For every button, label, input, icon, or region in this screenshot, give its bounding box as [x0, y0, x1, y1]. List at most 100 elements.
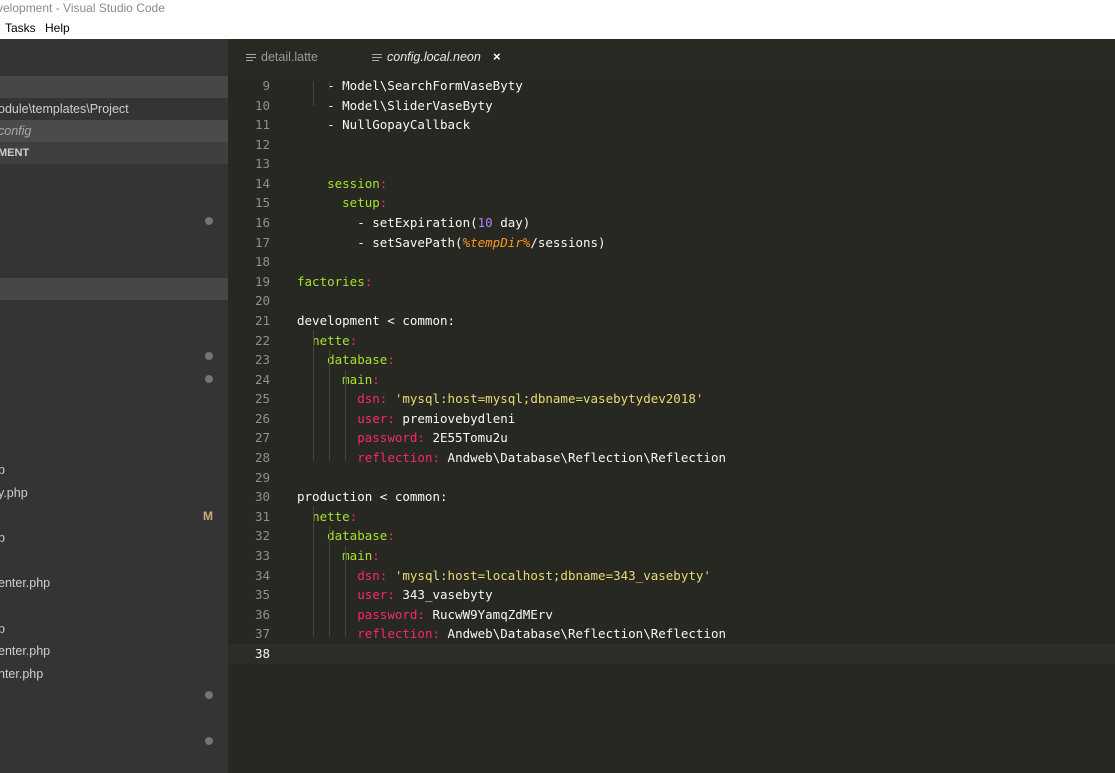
indent-guide	[313, 506, 314, 636]
line-code: reflection: Andweb\Database\Reflection\R…	[297, 448, 726, 468]
code-line[interactable]: 25 dsn: 'mysql:host=mysql;dbname=vasebyt…	[228, 389, 1115, 409]
sidebar-file-item[interactable]: p	[0, 618, 228, 640]
code-line[interactable]: 34 dsn: 'mysql:host=localhost;dbname=343…	[228, 566, 1115, 586]
code-line[interactable]: 20	[228, 291, 1115, 311]
code-line[interactable]: 29	[228, 468, 1115, 488]
code-token: password:	[357, 606, 425, 622]
code-line[interactable]: 24 main:	[228, 370, 1115, 390]
line-number: 35	[254, 587, 270, 603]
code-token: main	[342, 371, 373, 387]
code-line[interactable]: 21 development < common:	[228, 311, 1115, 331]
code-token: :	[364, 273, 373, 289]
code-line[interactable]: 23 database:	[228, 350, 1115, 370]
code-line[interactable]: 35 user: 343_vasebyty	[228, 585, 1115, 605]
code-line[interactable]: 10 - Model\SliderVaseByty	[228, 96, 1115, 116]
code-line[interactable]: 32 database:	[228, 526, 1115, 546]
line-number: 19	[254, 273, 270, 289]
line-code: main:	[297, 370, 380, 390]
line-code: - Model\SliderVaseByty	[297, 96, 493, 116]
code-token: development < common:	[297, 312, 456, 328]
sidebar-section-header[interactable]: MENT	[0, 142, 228, 164]
code-token: /sessions)	[530, 234, 606, 250]
code-line[interactable]: 12	[228, 135, 1115, 155]
code-token: session	[327, 175, 380, 191]
code-token: Andweb\Database\Reflection\Reflection	[440, 626, 726, 642]
code-line[interactable]: 13	[228, 154, 1115, 174]
line-number: 15	[254, 195, 270, 211]
code-line[interactable]: 22 nette:	[228, 331, 1115, 351]
code-editor[interactable]: 9 - Model\SearchFormVaseByty 10 - Model\S…	[228, 75, 1115, 773]
code-line[interactable]: 27 password: 2E55Tomu2u	[228, 428, 1115, 448]
explorer-sidebar: odule\templates\Project config MENT p y.…	[0, 39, 228, 773]
line-number: 16	[254, 215, 270, 231]
code-token: :	[387, 528, 395, 544]
sidebar-selected-file[interactable]: config	[0, 120, 228, 142]
code-token: :	[387, 352, 395, 368]
code-token: premiovebydleni	[394, 410, 516, 426]
code-line[interactable]: 16 - setExpiration(10 day)	[228, 213, 1115, 233]
line-code: setup:	[297, 193, 387, 213]
sidebar-path-row[interactable]: odule\templates\Project	[0, 98, 228, 120]
code-line[interactable]: 33 main:	[228, 546, 1115, 566]
tab-detail-latte[interactable]: detail.latte	[246, 39, 318, 75]
menu-tasks[interactable]: Tasks	[5, 21, 36, 35]
line-number: 37	[254, 626, 270, 642]
editor-tab-bar: detail.latte config.local.neon ×	[228, 39, 1115, 75]
line-code: factories:	[297, 272, 372, 292]
sidebar-file-item[interactable]: enter.php	[0, 640, 228, 662]
code-line[interactable]: 15 setup:	[228, 193, 1115, 213]
code-line[interactable]: 19 factories:	[228, 272, 1115, 292]
close-icon[interactable]: ×	[493, 39, 501, 75]
sidebar-file-item[interactable]: p	[0, 459, 228, 481]
line-number: 11	[254, 117, 270, 133]
line-number: 10	[254, 97, 270, 113]
line-code: - NullGopayCallback	[297, 115, 470, 135]
indent-guide	[329, 81, 330, 89]
sidebar-file-item[interactable]: nter.php	[0, 663, 228, 685]
code-line[interactable]: 11 - NullGopayCallback	[228, 115, 1115, 135]
code-token: production < common:	[297, 489, 448, 505]
sidebar-selected-label: config	[0, 124, 32, 138]
code-token: dsn:	[357, 567, 388, 583]
code-token: nette	[312, 332, 350, 348]
tab-config-local-neon[interactable]: config.local.neon ×	[372, 39, 512, 75]
code-line[interactable]: 17 - setSavePath(%tempDir%/sessions)	[228, 233, 1115, 253]
code-line[interactable]: 36 password: RucwW9YamqZdMErv	[228, 605, 1115, 625]
code-token: 2E55Tomu2u	[424, 430, 508, 446]
code-line[interactable]: 26 user: premiovebydleni	[228, 409, 1115, 429]
code-token: factories	[297, 273, 365, 289]
sidebar-highlight-band[interactable]	[0, 278, 228, 300]
sidebar-file-item[interactable]: p	[0, 527, 228, 549]
modified-dot-icon	[205, 691, 213, 699]
code-line[interactable]: 38	[228, 643, 1115, 664]
line-number: 32	[254, 528, 270, 544]
code-line[interactable]: 30 production < common:	[228, 487, 1115, 507]
code-line[interactable]: 18	[228, 252, 1115, 272]
code-token: :	[349, 332, 358, 348]
title-bar: velopment - Visual Studio Code	[0, 0, 1115, 17]
sidebar-file-label: p	[0, 531, 5, 545]
code-line[interactable]: 9 - Model\SearchFormVaseByty	[228, 76, 1115, 96]
code-token: day)	[492, 215, 531, 231]
code-line[interactable]: 31 nette:	[228, 507, 1115, 527]
code-token: password:	[357, 430, 425, 446]
menu-help[interactable]: Help	[45, 21, 70, 35]
sidebar-file-item[interactable]: y.php	[0, 482, 228, 504]
window-title: velopment - Visual Studio Code	[0, 1, 165, 15]
line-number: 38	[254, 645, 270, 661]
sidebar-file-label: y.php	[0, 486, 28, 500]
code-line[interactable]: 14 session:	[228, 174, 1115, 194]
line-number: 14	[254, 175, 270, 191]
line-code: database:	[297, 526, 395, 546]
sidebar-file-item[interactable]: enter.php	[0, 572, 228, 594]
code-line[interactable]: 37 reflection: Andweb\Database\Reflectio…	[228, 624, 1115, 644]
line-code: development < common:	[297, 311, 455, 331]
line-code: session:	[297, 174, 387, 194]
code-line[interactable]: 28 reflection: Andweb\Database\Reflectio…	[228, 448, 1115, 468]
